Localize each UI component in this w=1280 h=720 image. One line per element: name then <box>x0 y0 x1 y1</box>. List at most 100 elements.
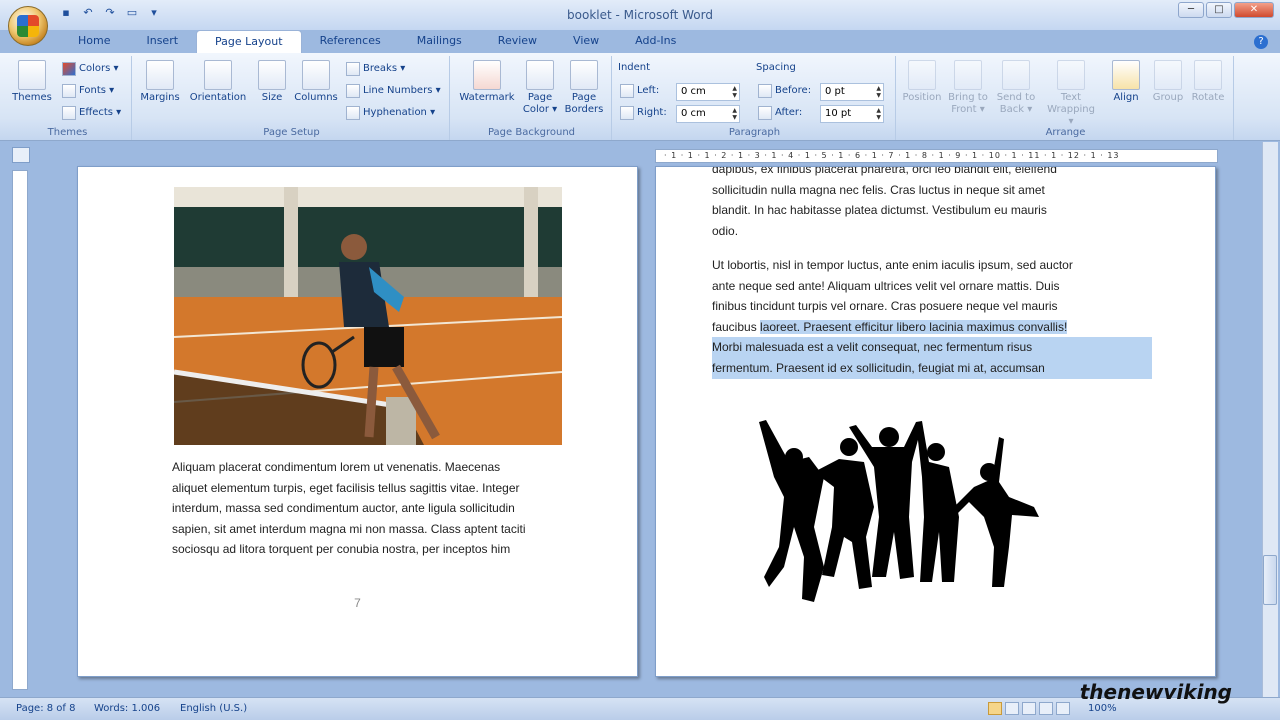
spacing-before-spinner[interactable]: ▲ ▼ <box>876 85 881 99</box>
page-left[interactable]: Aliquam placerat condimentum lorem ut ve… <box>77 166 638 677</box>
align-icon <box>1112 60 1140 90</box>
themes-button[interactable]: Themes <box>10 60 54 104</box>
hyphenation-icon <box>346 106 360 120</box>
maximize-button[interactable]: □ <box>1206 2 1232 18</box>
spacing-after-input[interactable]: 10 pt ▲ ▼ <box>820 105 884 123</box>
bring-to-front-button[interactable]: Bring to Front ▾ <box>946 60 990 116</box>
page-setup-group: Margins Orientation Size Columns Breaks … <box>134 56 450 140</box>
web-layout-view-icon[interactable] <box>1022 702 1036 715</box>
window-title: booklet - Microsoft Word <box>567 8 713 22</box>
watermark-button[interactable]: Watermark <box>458 60 516 104</box>
print-layout-view-icon[interactable] <box>988 702 1002 715</box>
breaks-button[interactable]: Breaks ▾ <box>346 60 405 78</box>
orientation-icon <box>204 60 232 90</box>
size-button[interactable]: Size <box>250 60 294 104</box>
tab-view[interactable]: View <box>555 30 617 53</box>
arrange-group-label: Arrange <box>1045 127 1086 138</box>
outline-view-icon[interactable] <box>1039 702 1053 715</box>
help-icon[interactable]: ? <box>1254 35 1268 49</box>
colors-button[interactable]: Colors ▾ <box>62 60 119 78</box>
tab-home[interactable]: Home <box>60 30 128 53</box>
view-buttons <box>988 702 1070 715</box>
rotate-button[interactable]: Rotate <box>1186 60 1230 104</box>
office-button[interactable] <box>8 6 48 46</box>
indent-left-input[interactable]: 0 cm ▲ ▼ <box>676 83 740 101</box>
minimize-button[interactable]: ─ <box>1178 2 1204 18</box>
columns-button[interactable]: Columns <box>294 60 338 104</box>
horizontal-ruler[interactable]: · 1 · 1 · 1 · 2 · 1 · 3 · 1 · 4 · 1 · 5 … <box>655 149 1218 163</box>
tab-mailings[interactable]: Mailings <box>399 30 480 53</box>
office-logo-icon <box>17 15 39 37</box>
orientation-button[interactable]: Orientation <box>188 60 248 104</box>
page-number: 7 <box>354 596 361 610</box>
page-borders-icon <box>570 60 598 90</box>
status-page[interactable]: Page: 8 of 8 <box>16 703 75 714</box>
indent-left-label: Left: <box>620 82 659 100</box>
effects-button[interactable]: Effects ▾ <box>62 104 121 122</box>
paragraph-group-label: Paragraph <box>728 127 781 138</box>
themes-icon <box>18 60 46 90</box>
indent-right-label: Right: <box>620 104 667 122</box>
position-icon <box>908 60 936 90</box>
page-color-button[interactable]: Page Color ▾ <box>518 60 562 116</box>
vertical-ruler[interactable] <box>12 170 28 690</box>
spacing-before-input[interactable]: 0 pt ▲ ▼ <box>820 83 884 101</box>
tab-page-layout[interactable]: Page Layout <box>196 30 302 53</box>
tab-add-ins[interactable]: Add-Ins <box>617 30 694 53</box>
spacing-after-label: After: <box>758 104 802 122</box>
indent-heading: Indent <box>618 62 651 73</box>
fonts-button[interactable]: Fonts ▾ <box>62 82 114 100</box>
tab-review[interactable]: Review <box>480 30 555 53</box>
colors-icon <box>62 62 76 76</box>
status-language[interactable]: English (U.S.) <box>180 703 247 714</box>
position-button[interactable]: Position <box>900 60 944 104</box>
themes-group-label: Themes <box>47 127 88 138</box>
vertical-scrollbar[interactable] <box>1262 142 1278 698</box>
dancing-people-silhouette <box>759 420 1039 602</box>
page-background-group: Watermark Page Color ▾ Page Borders Page… <box>452 56 612 140</box>
line-numbers-button[interactable]: Line Numbers ▾ <box>346 82 441 100</box>
indent-right-input[interactable]: 0 cm ▲ ▼ <box>676 105 740 123</box>
margins-button[interactable]: Margins <box>138 60 182 104</box>
page-borders-button[interactable]: Page Borders <box>562 60 606 116</box>
status-words[interactable]: Words: 1.006 <box>94 703 160 714</box>
tab-selector[interactable] <box>12 147 30 163</box>
page-setup-group-label: Page Setup <box>263 127 320 138</box>
scrollbar-thumb[interactable] <box>1263 555 1277 605</box>
breaks-icon <box>346 62 360 76</box>
rotate-icon <box>1194 60 1222 90</box>
draft-view-icon[interactable] <box>1056 702 1070 715</box>
columns-icon <box>302 60 330 90</box>
selected-text[interactable]: fermentum. Praesent id ex sollicitudin, … <box>712 357 1152 379</box>
ribbon-tabs: Home Insert Page Layout References Maili… <box>60 30 694 53</box>
selected-text[interactable]: laoreet. Praesent efficitur libero lacin… <box>760 319 1068 334</box>
tab-references[interactable]: References <box>302 30 399 53</box>
send-to-back-icon <box>1002 60 1030 90</box>
spacing-after-icon <box>758 106 772 120</box>
line-numbers-icon <box>346 84 360 98</box>
right-page-paragraph-1: dapibus, ex finibus placerat pharetra, o… <box>712 166 1057 238</box>
close-button[interactable]: ✕ <box>1234 2 1274 18</box>
tab-insert[interactable]: Insert <box>128 30 196 53</box>
full-screen-view-icon[interactable] <box>1005 702 1019 715</box>
group-button[interactable]: Group <box>1146 60 1190 104</box>
paragraph-group: Indent Left: 0 cm ▲ ▼ Right: 0 cm ▲ ▼ Spacin… <box>614 56 896 140</box>
indent-right-spinner[interactable]: ▲ ▼ <box>732 107 737 121</box>
spacing-after-spinner[interactable]: ▲ ▼ <box>876 107 881 121</box>
text-wrapping-button[interactable]: Text Wrapping ▾ <box>1044 60 1098 128</box>
send-to-back-button[interactable]: Send to Back ▾ <box>994 60 1038 116</box>
margins-icon <box>146 60 174 90</box>
spacing-before-label: Before: <box>758 82 811 100</box>
indent-left-spinner[interactable]: ▲ ▼ <box>732 85 737 99</box>
left-page-paragraph: Aliquam placerat condimentum lorem ut ve… <box>172 460 526 557</box>
spacing-before-icon <box>758 84 772 98</box>
selected-text[interactable]: Morbi malesuada est a velit consequat, n… <box>712 337 1152 358</box>
page-right[interactable]: dapibus, ex finibus placerat pharetra, o… <box>655 166 1216 677</box>
bring-to-front-icon <box>954 60 982 90</box>
zoom-level[interactable]: 100% <box>1088 703 1117 714</box>
hyphenation-button[interactable]: Hyphenation ▾ <box>346 104 435 122</box>
arrange-group: Position Bring to Front ▾ Send to Back ▾… <box>898 56 1234 140</box>
align-button[interactable]: Align <box>1104 60 1148 104</box>
window-controls: ─ □ ✕ <box>1178 2 1274 18</box>
fonts-icon <box>62 84 76 98</box>
